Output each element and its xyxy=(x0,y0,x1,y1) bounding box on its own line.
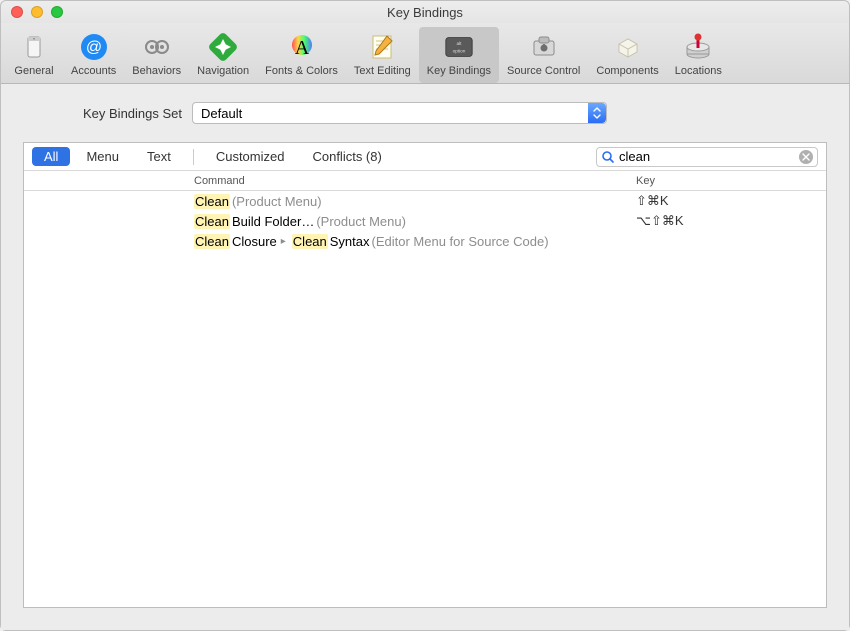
source-control-icon xyxy=(528,31,560,63)
search-highlight: Clean xyxy=(194,234,230,249)
toolbar-item-components[interactable]: Components xyxy=(588,27,666,83)
locations-icon xyxy=(682,31,714,63)
toolbar-item-fonts-colors[interactable]: A Fonts & Colors xyxy=(257,27,346,83)
key-bindings-icon: alt option xyxy=(443,31,475,63)
table-header: Command Key xyxy=(24,171,826,191)
toolbar-label-components: Components xyxy=(596,65,658,77)
navigation-icon xyxy=(207,31,239,63)
toolbar-label-accounts: Accounts xyxy=(71,65,116,77)
preferences-window: Key Bindings General @ Accounts Behaviors Na… xyxy=(0,0,850,631)
accounts-icon: @ xyxy=(78,31,110,63)
toolbar-label-fonts-colors: Fonts & Colors xyxy=(265,65,338,77)
scope-divider xyxy=(193,149,194,165)
titlebar: Key Bindings xyxy=(1,1,849,23)
bindings-table: Command Key Clean (Product Menu)⇧⌘KClean… xyxy=(24,171,826,607)
command-text: Build Folder… xyxy=(232,214,314,229)
keybindings-set-label: Key Bindings Set xyxy=(83,106,182,121)
scope-tab-text[interactable]: Text xyxy=(135,147,183,166)
keybindings-set-value: Default xyxy=(201,106,242,121)
search-field[interactable] xyxy=(596,147,818,167)
scope-bar: All Menu Text Customized Conflicts (8) xyxy=(24,143,826,171)
scope-tab-conflicts[interactable]: Conflicts (8) xyxy=(300,147,393,166)
prefs-toolbar: General @ Accounts Behaviors Navigation A Font… xyxy=(1,23,849,84)
command-cell: Clean Build Folder… (Product Menu) xyxy=(24,214,616,229)
components-icon xyxy=(612,31,644,63)
context-label: (Product Menu) xyxy=(232,194,322,209)
text-editing-icon xyxy=(366,31,398,63)
search-highlight: Clean xyxy=(194,214,230,229)
toolbar-label-navigation: Navigation xyxy=(197,65,249,77)
search-scope-icon[interactable] xyxy=(601,150,615,164)
search-highlight: Clean xyxy=(194,194,230,209)
command-cell: Clean Closure ▸ Clean Syntax (Editor Men… xyxy=(24,234,616,249)
scope-tab-customized[interactable]: Customized xyxy=(204,147,297,166)
key-shortcut-cell[interactable]: ⇧⌘K xyxy=(616,193,826,209)
command-text: Closure xyxy=(232,234,277,249)
clear-search-button[interactable] xyxy=(799,150,813,164)
chevron-right-icon: ▸ xyxy=(281,236,286,247)
column-header-key[interactable]: Key xyxy=(616,175,826,187)
svg-text:@: @ xyxy=(86,39,102,56)
window-title: Key Bindings xyxy=(387,5,463,20)
zoom-window-button[interactable] xyxy=(51,6,63,18)
svg-text:alt: alt xyxy=(456,41,462,46)
svg-text:option: option xyxy=(453,49,466,54)
toolbar-label-behaviors: Behaviors xyxy=(132,65,181,77)
table-row[interactable]: Clean Closure ▸ Clean Syntax (Editor Men… xyxy=(24,231,826,251)
toolbar-label-locations: Locations xyxy=(675,65,722,77)
bindings-panel: All Menu Text Customized Conflicts (8) xyxy=(23,142,827,608)
close-window-button[interactable] xyxy=(11,6,23,18)
command-text: Syntax xyxy=(330,234,370,249)
behaviors-icon xyxy=(141,31,173,63)
command-cell: Clean (Product Menu) xyxy=(24,194,616,209)
toolbar-item-source-control[interactable]: Source Control xyxy=(499,27,588,83)
minimize-window-button[interactable] xyxy=(31,6,43,18)
general-icon xyxy=(18,31,50,63)
search-input[interactable] xyxy=(619,149,795,164)
toolbar-label-general: General xyxy=(14,65,53,77)
toolbar-item-key-bindings[interactable]: alt option Key Bindings xyxy=(419,27,499,83)
fonts-colors-icon: A xyxy=(286,31,318,63)
toolbar-label-source-control: Source Control xyxy=(507,65,580,77)
toolbar-item-general[interactable]: General xyxy=(5,27,63,83)
toolbar-item-navigation[interactable]: Navigation xyxy=(189,27,257,83)
toolbar-item-behaviors[interactable]: Behaviors xyxy=(124,27,189,83)
table-row[interactable]: Clean Build Folder… (Product Menu)⌥⇧⌘K xyxy=(24,211,826,231)
context-label: (Product Menu) xyxy=(316,214,406,229)
traffic-lights xyxy=(11,6,63,18)
toolbar-item-locations[interactable]: Locations xyxy=(667,27,730,83)
toolbar-item-text-editing[interactable]: Text Editing xyxy=(346,27,419,83)
svg-text:A: A xyxy=(294,37,309,59)
toolbar-label-key-bindings: Key Bindings xyxy=(427,65,491,77)
scope-tab-all[interactable]: All xyxy=(32,147,70,166)
popup-arrows-icon xyxy=(588,103,606,123)
search-highlight: Clean xyxy=(292,234,328,249)
scope-tab-menu[interactable]: Menu xyxy=(74,147,131,166)
keybindings-set-row: Key Bindings Set Default xyxy=(23,102,827,124)
context-label: (Editor Menu for Source Code) xyxy=(372,234,549,249)
table-row[interactable]: Clean (Product Menu)⇧⌘K xyxy=(24,191,826,211)
toolbar-label-text-editing: Text Editing xyxy=(354,65,411,77)
keybindings-set-popup[interactable]: Default xyxy=(192,102,607,124)
column-header-command[interactable]: Command xyxy=(24,175,616,187)
key-shortcut-cell[interactable]: ⌥⇧⌘K xyxy=(616,213,826,229)
content-area: Key Bindings Set Default All Menu Text C… xyxy=(1,84,849,630)
toolbar-item-accounts[interactable]: @ Accounts xyxy=(63,27,124,83)
